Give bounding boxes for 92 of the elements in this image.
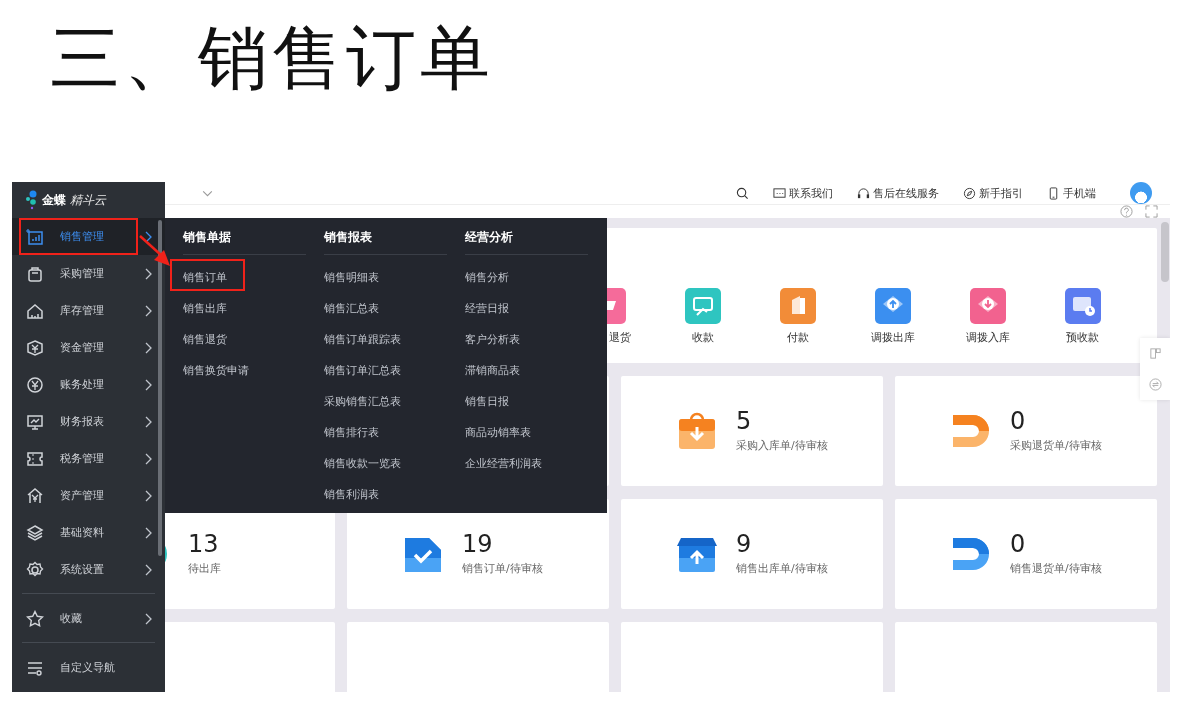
menu-heading: 经营分析 [465,218,588,255]
logo-product: 精斗云 [70,191,106,209]
menu-item[interactable]: 滞销商品表 [465,355,606,386]
logo-icon [26,190,38,210]
chevron-icon [144,526,153,539]
chevron-icon [144,267,153,280]
scrollbar[interactable] [158,220,162,556]
swap-icon[interactable] [1148,378,1162,391]
stat-card[interactable]: 5 采购入库单/待审核 [621,376,883,486]
menu-icon [26,301,44,320]
menu-icon [26,560,44,579]
chat-icon [773,186,786,200]
header-link[interactable]: 联系我们 [773,185,833,201]
menu-item[interactable]: 商品动销率表 [465,417,606,448]
menu-item[interactable]: 销售订单汇总表 [324,355,465,386]
shortcut-label[interactable]: 调拨入库 [965,330,1010,345]
chevron-icon [144,563,153,576]
stat-card[interactable]: 0 销售退货单/待审核 [895,499,1157,609]
scrollbar[interactable] [1161,222,1169,282]
menu-icon [26,375,44,394]
chevron-icon [144,452,153,465]
menu-item[interactable]: 销售换货申请 [183,355,324,386]
stat-count: 9 [736,532,753,556]
layout-icon[interactable] [1148,347,1162,360]
menu-item[interactable]: 销售收款一览表 [324,448,465,479]
stat-count: 0 [1010,409,1027,433]
shortcut-label[interactable]: 收款 [691,330,714,345]
fullscreen-icon[interactable] [1145,205,1158,218]
stat-label: 销售订单/待审核 [462,561,543,576]
menu-item[interactable]: 销售订单跟踪表 [324,324,465,355]
stat-label: 采购入库单/待审核 [736,438,828,453]
stat-label: 采购退货单/待审核 [1010,438,1102,453]
sidebar-item[interactable]: 销售管理 [12,218,165,255]
chevron-icon [144,489,153,502]
stat-card[interactable]: 0 采购退货单/待审核 [895,376,1157,486]
stat-count: 0 [1010,532,1027,556]
chevron-icon [144,415,153,428]
shortcut-label[interactable]: 预收款 [1066,330,1099,345]
menu-item[interactable]: 经营日报 [465,293,606,324]
menu-heading: 销售单据 [183,218,306,255]
chevron-icon [144,230,153,243]
menu-icon [26,227,44,246]
menu-item[interactable]: 销售分析 [465,262,606,293]
compass-icon [963,186,976,200]
header-link[interactable]: 新手指引 [963,185,1023,201]
shortcut-label[interactable]: 调拨出库 [870,330,915,345]
stat-count: 19 [462,532,494,556]
menu-item[interactable]: 销售汇总表 [324,293,465,324]
menu-icon [26,523,44,542]
avatar[interactable] [1130,182,1152,204]
phone-icon [1047,186,1060,200]
menu-icon [26,264,44,283]
shortcut-label[interactable]: 付款 [786,330,809,345]
menu-item[interactable]: 销售退货 [183,324,324,355]
menu-item[interactable]: 销售排行表 [324,417,465,448]
sidebar-item[interactable]: 自定义导航 [12,649,165,686]
stat-count: 13 [188,532,220,556]
sidebar-item[interactable]: 库存管理 [12,292,165,329]
menu-item[interactable]: 客户分析表 [465,324,606,355]
chevron-icon [144,378,153,391]
menu-icon [26,486,44,505]
menu-item[interactable]: 销售出库 [183,293,324,324]
header-link[interactable]: 售后在线服务 [857,185,939,201]
headset-icon [857,186,870,200]
help-icon[interactable] [1120,205,1133,218]
sidebar-item[interactable]: 采购管理 [12,255,165,292]
stat-label: 待出库 [188,561,221,576]
menu-icon [26,609,44,628]
menu-icon [26,412,44,431]
menu-heading: 销售报表 [324,218,447,255]
menu-icon [26,449,44,468]
sidebar-item[interactable]: 资金管理 [12,329,165,366]
menu-item[interactable]: 企业经营利润表 [465,448,606,479]
header-link[interactable]: 手机端 [1047,185,1096,201]
menu-item[interactable]: 销售日报 [465,386,606,417]
stat-label: 销售出库单/待审核 [736,561,828,576]
sidebar-item[interactable]: 账务处理 [12,366,165,403]
logo-brand: 金蝶 [42,191,66,209]
menu-item[interactable]: 采购销售汇总表 [324,386,465,417]
menu-icon [26,338,44,357]
stat-label: 销售退货单/待审核 [1010,561,1102,576]
chevron-icon [144,304,153,317]
stat-count: 5 [736,409,753,433]
slide-title: 三、销售订单 [49,16,495,101]
sidebar-item[interactable]: 税务管理 [12,440,165,477]
search-icon[interactable] [736,186,749,200]
chevron-icon [144,341,153,354]
menu-item[interactable]: 销售订单 [183,262,324,293]
sidebar-item[interactable]: 财务报表 [12,403,165,440]
chevron-icon [144,612,153,625]
menu-item[interactable]: 销售明细表 [324,262,465,293]
stat-card[interactable]: 9 销售出库单/待审核 [621,499,883,609]
